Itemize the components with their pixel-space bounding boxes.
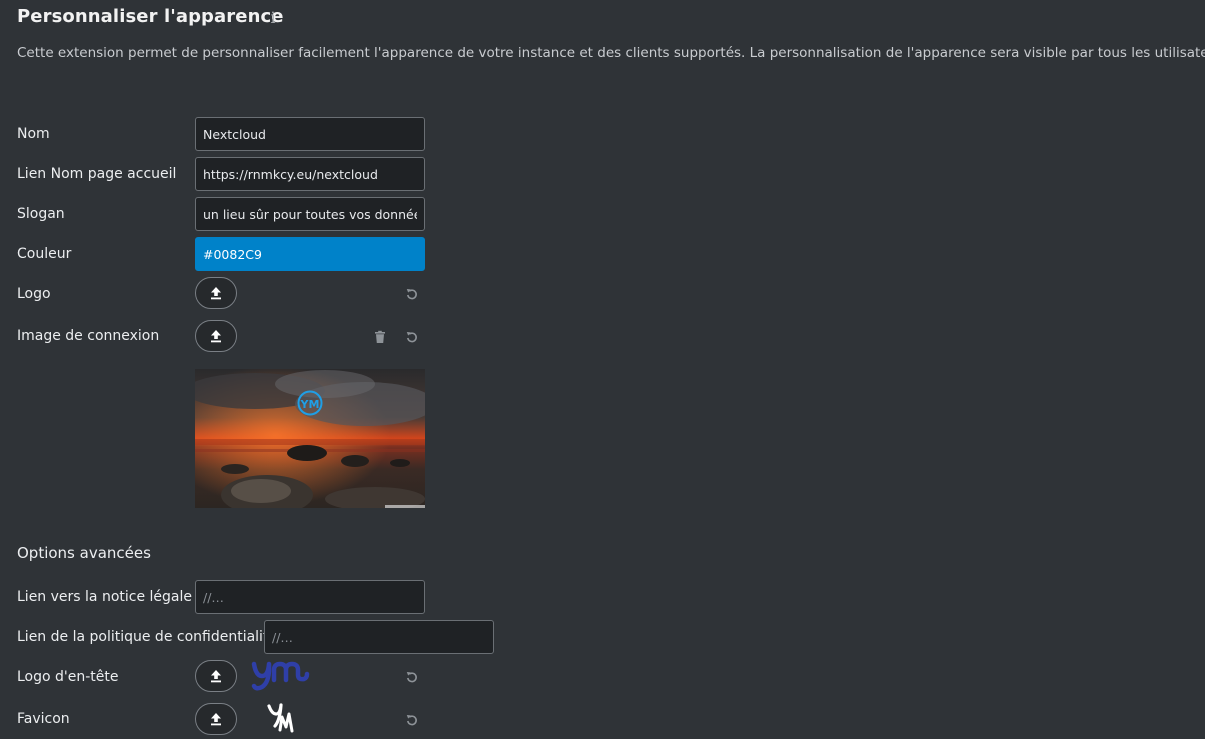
advanced-options-title: Options avancées <box>17 544 151 562</box>
undo-icon <box>406 672 417 683</box>
name-label: Nom <box>17 126 50 142</box>
login-image-label: Image de connexion <box>17 328 160 344</box>
name-input[interactable] <box>195 117 425 151</box>
url-input[interactable] <box>195 157 425 191</box>
privacy-url-label: Lien de la politique de confidentialité <box>17 629 278 645</box>
header-logo-preview <box>251 661 310 691</box>
login-image-reset-button[interactable] <box>403 328 421 346</box>
favicon-label: Favicon <box>17 711 70 727</box>
imprint-url-input[interactable] <box>195 580 425 614</box>
login-image-preview: YM <box>195 369 425 508</box>
login-background-image: YM <box>195 369 425 508</box>
upload-icon <box>211 330 221 343</box>
svg-text:YM: YM <box>300 398 320 411</box>
favicon-upload-button[interactable] <box>195 703 237 735</box>
color-label: Couleur <box>17 246 72 262</box>
undo-icon <box>406 332 417 343</box>
url-label: Lien Nom page accueil <box>17 166 177 182</box>
header-logo-reset-button[interactable] <box>403 668 421 686</box>
logo-label: Logo <box>17 286 51 302</box>
header-logo-label: Logo d'en-tête <box>17 669 119 685</box>
undo-icon <box>406 715 417 726</box>
favicon-preview <box>267 703 294 733</box>
slogan-label: Slogan <box>17 206 65 222</box>
privacy-url-input[interactable] <box>264 620 494 654</box>
upload-icon <box>211 670 221 683</box>
favicon-reset-button[interactable] <box>403 711 421 729</box>
slogan-input[interactable] <box>195 197 425 231</box>
header-logo-upload-button[interactable] <box>195 660 237 692</box>
section-description: Cette extension permet de personnaliser … <box>17 45 1205 61</box>
login-image-delete-button[interactable] <box>371 328 389 346</box>
logo-reset-button[interactable] <box>403 285 421 303</box>
theming-settings-page: Personnaliser l'apparence i Cette extens… <box>0 0 1205 739</box>
info-icon[interactable]: i <box>266 8 280 27</box>
trash-icon <box>375 330 385 343</box>
imprint-url-label: Lien vers la notice légale <box>17 589 192 605</box>
login-image-upload-button[interactable] <box>195 320 237 352</box>
page-title: Personnaliser l'apparence <box>17 6 284 27</box>
upload-icon <box>211 713 221 726</box>
upload-icon <box>211 287 221 300</box>
color-input[interactable] <box>195 237 425 271</box>
logo-upload-button[interactable] <box>195 277 237 309</box>
undo-icon <box>406 289 417 300</box>
